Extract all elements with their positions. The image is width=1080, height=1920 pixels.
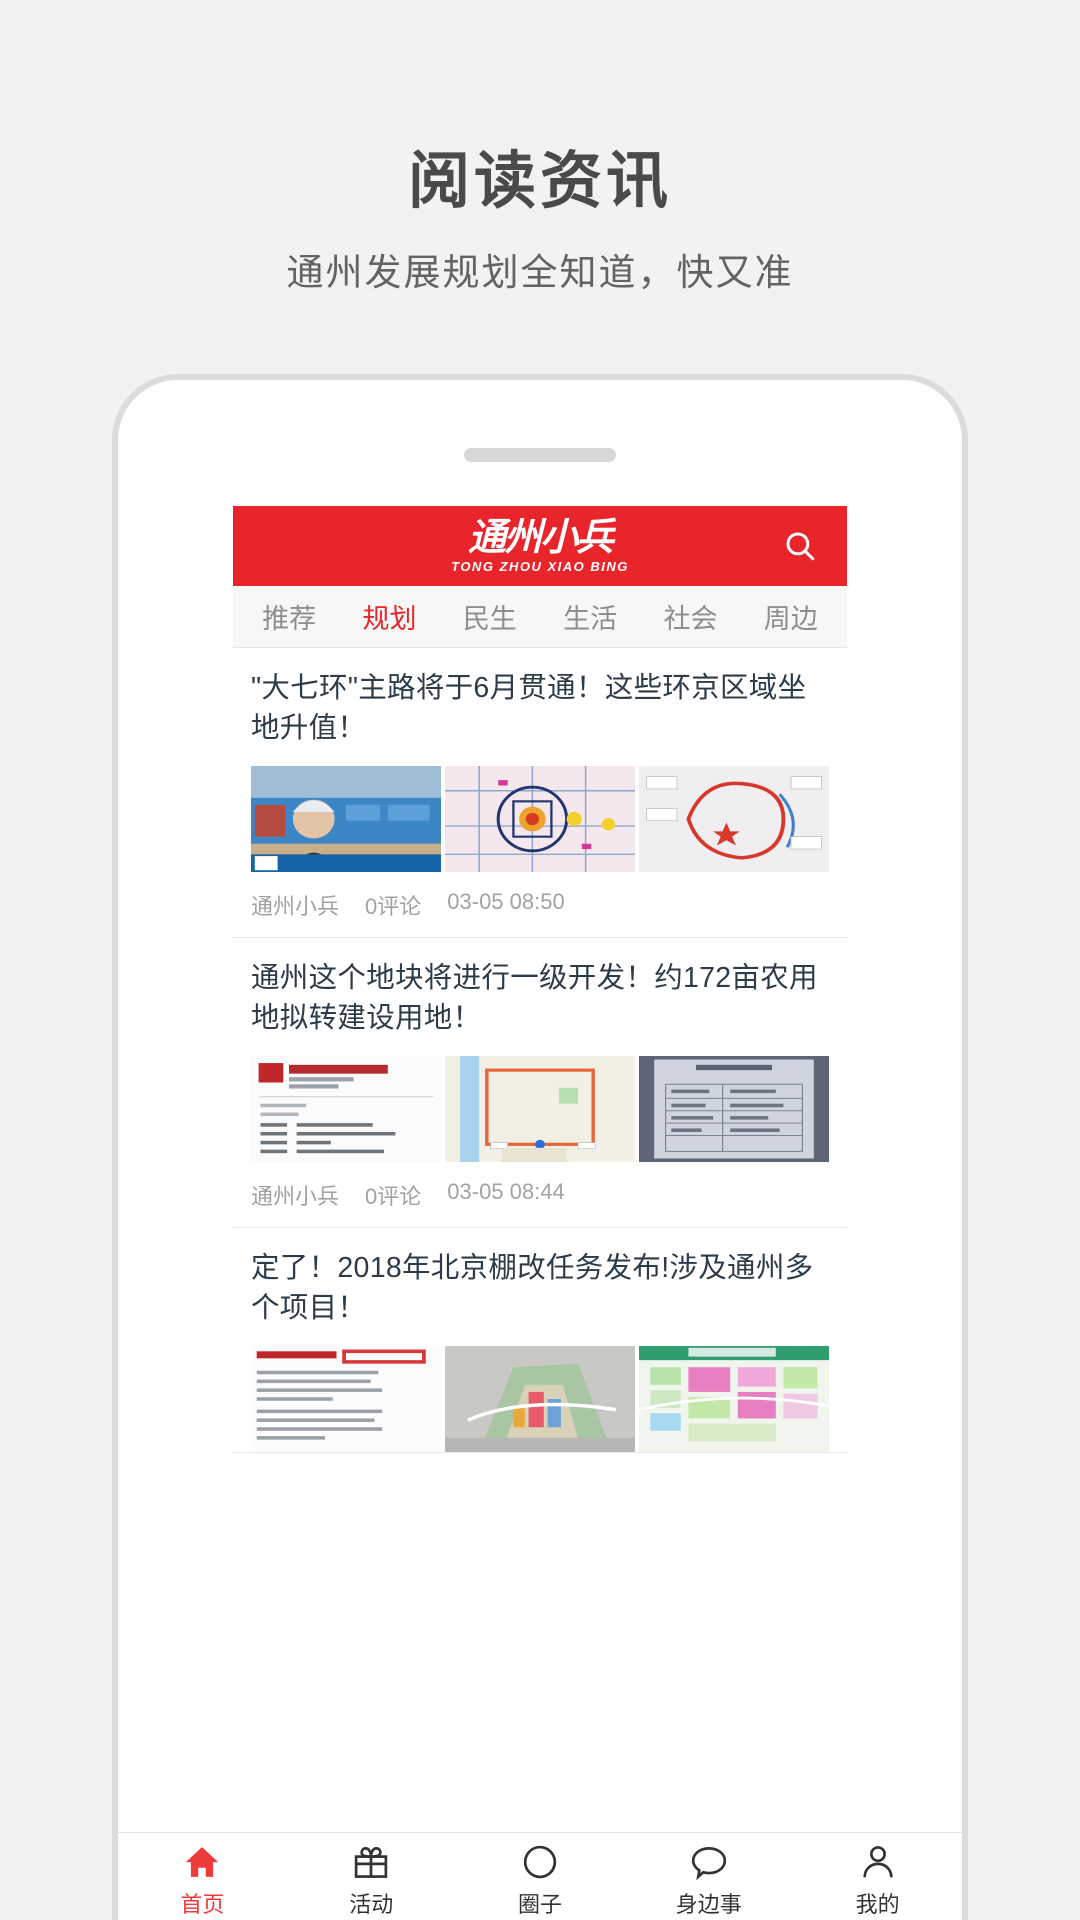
article-thumbnails bbox=[251, 765, 829, 872]
nav-label-mine: 我的 bbox=[855, 1891, 900, 1917]
nav-label-circle: 圈子 bbox=[517, 1891, 562, 1917]
article-thumbnail-2 bbox=[445, 1345, 635, 1452]
home-icon bbox=[186, 1846, 219, 1877]
article-time: 03-05 08:50 bbox=[447, 888, 565, 914]
article-thumbnails bbox=[251, 1055, 829, 1162]
tab-shenghuo[interactable]: 生活 bbox=[540, 597, 640, 636]
region-outline-map-icon bbox=[639, 765, 829, 872]
article-thumbnails bbox=[251, 1345, 829, 1452]
policy-notice-document-icon bbox=[251, 1345, 441, 1452]
chat-bubble-icon bbox=[691, 1846, 726, 1880]
tab-zhoubian[interactable]: 周边 bbox=[741, 597, 841, 636]
article-feed: "大七环"主路将于6月贯通！这些环京区域坐地升值！ 通州小兵 0评论 03-05… bbox=[233, 648, 847, 1453]
compensation-table-photo-icon bbox=[639, 1055, 829, 1162]
article-title: 通州这个地块将进行一级开发！约172亩农用地拟转建设用地！ bbox=[251, 961, 818, 1035]
article-comments: 0评论 bbox=[365, 1183, 422, 1209]
article-source: 通州小兵 bbox=[251, 1183, 340, 1209]
article-source: 通州小兵 bbox=[251, 893, 340, 919]
app-logo-cn: 通州小兵 bbox=[467, 517, 614, 559]
page-subtitle: 通州发展规划全知道，快又准 bbox=[286, 252, 794, 294]
nav-label-activity: 活动 bbox=[349, 1891, 394, 1917]
article-thumbnail-2 bbox=[445, 765, 635, 872]
promo-page: 阅读资讯 通州发展规划全知道，快又准 通州小兵 TONG ZHOU XIAO B… bbox=[0, 0, 1080, 1920]
search-button[interactable] bbox=[779, 525, 821, 567]
article-card[interactable]: "大七环"主路将于6月贯通！这些环京区域坐地升值！ 通州小兵 0评论 03-05… bbox=[233, 648, 847, 938]
article-card[interactable]: 定了！2018年北京棚改任务发布!涉及通州多个项目！ bbox=[233, 1228, 847, 1453]
article-thumbnail-3 bbox=[639, 1345, 829, 1452]
bottom-nav: 首页 活动 圈子 身边事 我的 bbox=[118, 1832, 962, 1920]
promo-header: 阅读资讯 通州发展规划全知道，快又准 bbox=[0, 0, 1080, 296]
article-thumbnail-1 bbox=[251, 1345, 441, 1452]
article-thumbnail-3 bbox=[639, 765, 829, 872]
nav-label-nearby: 身边事 bbox=[675, 1891, 742, 1917]
article-title: "大七环"主路将于6月贯通！这些环京区域坐地升值！ bbox=[251, 672, 807, 745]
ring-road-map-icon bbox=[445, 765, 635, 872]
parcel-boundary-map-icon bbox=[445, 1055, 635, 1162]
nav-item-activity[interactable]: 活动 bbox=[287, 1833, 456, 1920]
nav-item-mine[interactable]: 我的 bbox=[793, 1833, 962, 1920]
tab-minsheng[interactable]: 民生 bbox=[440, 597, 540, 636]
search-icon bbox=[786, 532, 815, 561]
article-meta: 通州小兵 0评论 03-05 08:44 bbox=[251, 1162, 829, 1227]
article-title: 定了！2018年北京棚改任务发布!涉及通州多个项目！ bbox=[251, 1251, 814, 1325]
article-thumbnail-3 bbox=[639, 1055, 829, 1162]
aperture-icon bbox=[523, 1845, 557, 1878]
app-logo: 通州小兵 TONG ZHOU XIAO BING bbox=[451, 519, 629, 573]
article-thumbnail-2 bbox=[445, 1055, 635, 1162]
planning-model-photo-icon bbox=[445, 1345, 635, 1452]
news-photo-worker-icon bbox=[251, 765, 441, 872]
person-icon bbox=[862, 1845, 893, 1877]
zoning-plan-map-icon bbox=[639, 1345, 829, 1452]
tab-tuijian[interactable]: 推荐 bbox=[239, 597, 339, 636]
nav-label-home: 首页 bbox=[180, 1891, 225, 1917]
category-tabs: 推荐 规划 民生 生活 社会 周边 bbox=[233, 586, 847, 648]
tab-shehui[interactable]: 社会 bbox=[640, 597, 740, 636]
nav-item-circle[interactable]: 圈子 bbox=[456, 1833, 625, 1920]
gov-document-icon bbox=[251, 1055, 441, 1162]
article-meta: 通州小兵 0评论 03-05 08:50 bbox=[251, 872, 829, 937]
nav-item-nearby[interactable]: 身边事 bbox=[624, 1833, 793, 1920]
article-comments: 0评论 bbox=[365, 893, 422, 919]
article-time: 03-05 08:44 bbox=[447, 1178, 565, 1204]
app-screen: 通州小兵 TONG ZHOU XIAO BING 推荐 规划 民生 生活 社会 … bbox=[233, 506, 847, 1916]
article-thumbnail-1 bbox=[251, 765, 441, 872]
phone-speaker bbox=[464, 448, 616, 462]
phone-mockup: 通州小兵 TONG ZHOU XIAO BING 推荐 规划 民生 生活 社会 … bbox=[112, 374, 968, 1920]
nav-item-home[interactable]: 首页 bbox=[118, 1833, 287, 1920]
page-title: 阅读资讯 bbox=[407, 147, 672, 216]
app-logo-pinyin: TONG ZHOU XIAO BING bbox=[451, 559, 629, 574]
gift-icon bbox=[354, 1846, 388, 1878]
article-thumbnail-1 bbox=[251, 1055, 441, 1162]
tab-guihua[interactable]: 规划 bbox=[339, 597, 439, 636]
article-card[interactable]: 通州这个地块将进行一级开发！约172亩农用地拟转建设用地！ 通州小兵 0评论 0… bbox=[233, 938, 847, 1228]
app-header: 通州小兵 TONG ZHOU XIAO BING bbox=[233, 506, 847, 586]
